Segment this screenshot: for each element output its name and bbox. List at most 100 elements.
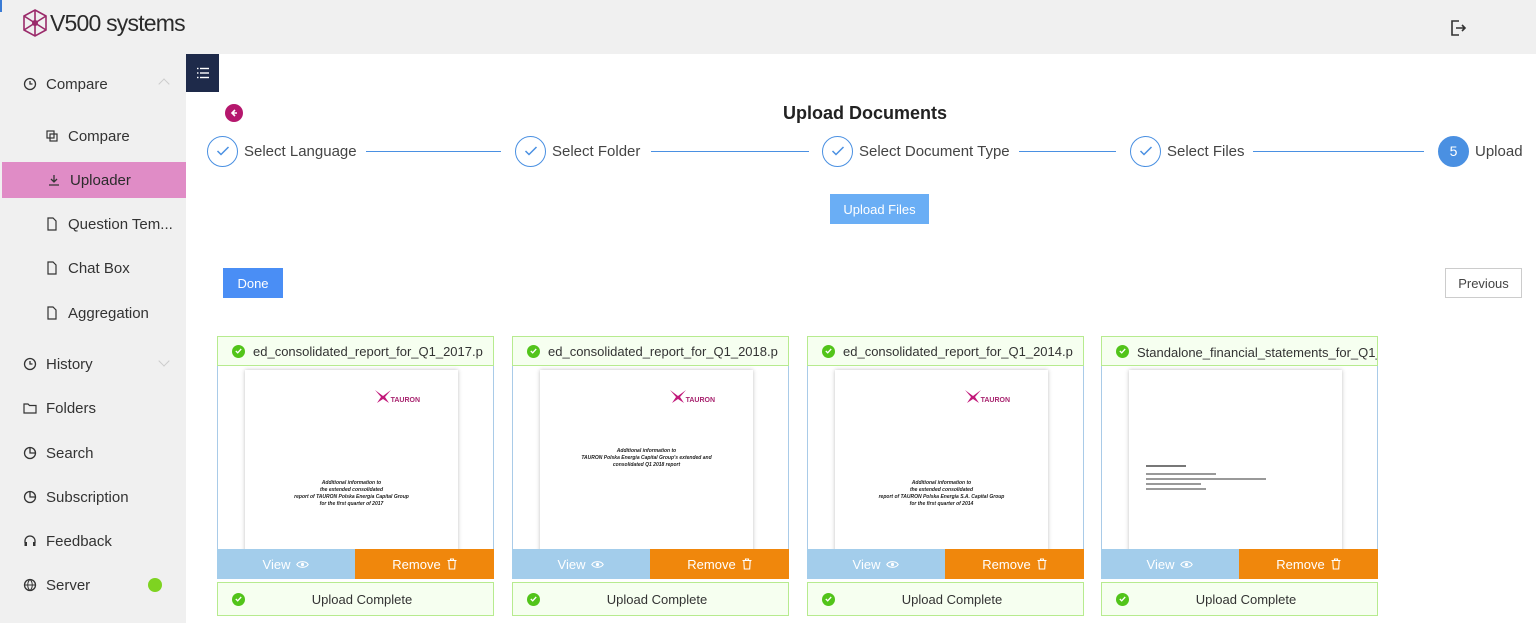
remove-button[interactable]: Remove bbox=[945, 549, 1084, 579]
document-thumbnail: TAURON Additional information to TAURON … bbox=[540, 370, 753, 549]
menu-list-icon bbox=[196, 67, 209, 79]
upload-status-text: Upload Complete bbox=[901, 591, 1003, 607]
file-icon bbox=[47, 217, 57, 231]
brand-logo[interactable]: V500 systems bbox=[22, 9, 186, 37]
step-connector bbox=[1253, 151, 1424, 152]
sidebar-item-folders[interactable]: Folders bbox=[0, 390, 186, 426]
file-card: ed_consolidated_report_for_Q1_2014.p TAU… bbox=[807, 336, 1084, 616]
document-preview-text: Additional information to TAURON Polska … bbox=[581, 448, 712, 468]
view-button[interactable]: View bbox=[217, 549, 355, 579]
top-bar: V500 systems bbox=[0, 0, 1536, 54]
sidebar-item-compare-group[interactable]: Compare bbox=[0, 66, 186, 102]
sidebar-item-aggregation[interactable]: Aggregation bbox=[0, 295, 186, 331]
sidebar-toggle-button[interactable] bbox=[186, 54, 219, 92]
sidebar-item-label: Folders bbox=[46, 399, 97, 417]
check-circle-icon bbox=[527, 344, 540, 358]
folder-icon bbox=[23, 403, 37, 414]
file-card-header: ed_consolidated_report_for_Q1_2017.p bbox=[217, 336, 494, 366]
server-icon bbox=[23, 578, 37, 592]
headset-icon bbox=[24, 535, 36, 546]
sidebar-item-question-templates[interactable]: Question Tem... bbox=[0, 206, 186, 242]
accent-line bbox=[0, 0, 2, 12]
document-preview-text: Additional information to the extended c… bbox=[878, 480, 1005, 507]
upload-status-text: Upload Complete bbox=[311, 591, 413, 607]
step-select-document-type[interactable]: Select Document Type bbox=[822, 135, 1010, 167]
file-name: ed_consolidated_report_for_Q1_2018.p bbox=[548, 343, 778, 359]
page-title: Upload Documents bbox=[782, 103, 947, 123]
tauron-mark-icon bbox=[374, 390, 391, 403]
remove-button[interactable]: Remove bbox=[1239, 549, 1378, 579]
sidebar: Compare Compare Uploader Question Tem...… bbox=[0, 54, 186, 623]
file-card: Standalone_financial_statements_for_Q1_2… bbox=[1101, 336, 1378, 616]
trash-icon bbox=[1331, 558, 1341, 570]
sidebar-item-label: Aggregation bbox=[68, 304, 149, 322]
file-card-actions: View Remove bbox=[1101, 549, 1378, 579]
sidebar-item-label: Chat Box bbox=[68, 259, 130, 277]
check-circle-icon bbox=[232, 592, 245, 606]
sidebar-item-feedback[interactable]: Feedback bbox=[0, 523, 186, 559]
sidebar-item-label: Compare bbox=[46, 75, 108, 93]
tauron-mark-icon bbox=[669, 390, 686, 403]
back-button[interactable] bbox=[225, 104, 243, 122]
trash-icon bbox=[1037, 558, 1047, 570]
tauron-logo: TAURON bbox=[963, 388, 1010, 404]
compare-clock-icon bbox=[23, 77, 37, 91]
chevron-down-icon bbox=[158, 355, 170, 367]
logo-mark-icon bbox=[23, 9, 47, 37]
done-button[interactable]: Done bbox=[223, 268, 283, 298]
file-card-actions: View Remove bbox=[512, 549, 789, 579]
step-label: Upload bbox=[1475, 142, 1523, 160]
step-upload: 5 Upload bbox=[1438, 135, 1523, 167]
view-button[interactable]: View bbox=[807, 549, 945, 579]
sidebar-item-search[interactable]: Search bbox=[0, 435, 186, 471]
sidebar-item-label: Uploader bbox=[70, 171, 131, 189]
logout-icon[interactable] bbox=[1449, 19, 1467, 37]
file-preview: TAURON Additional information to the ext… bbox=[217, 366, 494, 550]
sidebar-item-server[interactable]: Server bbox=[0, 567, 186, 603]
eye-icon bbox=[886, 560, 900, 568]
document-preview-text: Additional information to the extended c… bbox=[294, 480, 409, 507]
file-icon bbox=[47, 306, 57, 320]
upload-icon bbox=[49, 175, 59, 186]
trash-icon bbox=[742, 558, 752, 570]
step-select-folder[interactable]: Select Folder bbox=[515, 135, 640, 167]
remove-button[interactable]: Remove bbox=[650, 549, 789, 579]
step-label: Select Document Type bbox=[859, 142, 1010, 160]
check-circle-icon bbox=[232, 344, 245, 358]
step-select-files[interactable]: Select Files bbox=[1130, 135, 1245, 167]
arrow-left-icon bbox=[230, 109, 237, 117]
step-connector bbox=[366, 151, 501, 152]
tauron-logo: TAURON bbox=[668, 388, 715, 404]
step-number: 5 bbox=[1438, 135, 1469, 167]
view-button[interactable]: View bbox=[512, 549, 650, 579]
step-connector bbox=[651, 151, 809, 152]
step-select-language[interactable]: Select Language bbox=[207, 135, 357, 167]
file-name: ed_consolidated_report_for_Q1_2017.p bbox=[253, 343, 483, 359]
brand-name: V500 systems bbox=[50, 9, 186, 36]
upload-status-text: Upload Complete bbox=[606, 591, 708, 607]
sidebar-item-history[interactable]: History bbox=[0, 346, 186, 382]
sidebar-item-chat-box[interactable]: Chat Box bbox=[0, 250, 186, 286]
upload-files-button[interactable]: Upload Files bbox=[830, 194, 929, 224]
sidebar-item-label: History bbox=[46, 355, 93, 373]
sidebar-item-compare[interactable]: Compare bbox=[0, 118, 186, 154]
view-button[interactable]: View bbox=[1101, 549, 1239, 579]
file-preview: TAURON Additional information to the ext… bbox=[807, 366, 1084, 550]
eye-icon bbox=[296, 560, 310, 568]
eye-icon bbox=[1180, 560, 1194, 568]
sidebar-item-uploader[interactable]: Uploader bbox=[2, 162, 186, 198]
sidebar-item-subscription[interactable]: Subscription bbox=[0, 479, 186, 515]
previous-button[interactable]: Previous bbox=[1445, 268, 1522, 298]
sidebar-item-label: Subscription bbox=[46, 488, 129, 506]
file-card-actions: View Remove bbox=[807, 549, 1084, 579]
sidebar-item-label: Search bbox=[46, 444, 94, 462]
history-icon bbox=[23, 357, 37, 371]
check-icon bbox=[1130, 135, 1161, 167]
file-card-header: ed_consolidated_report_for_Q1_2014.p bbox=[807, 336, 1084, 366]
remove-button[interactable]: Remove bbox=[355, 549, 494, 579]
check-circle-icon bbox=[527, 592, 540, 606]
upload-status-text: Upload Complete bbox=[1195, 591, 1297, 607]
check-icon bbox=[515, 135, 546, 167]
sidebar-item-label: Feedback bbox=[46, 532, 112, 550]
file-icon bbox=[47, 261, 57, 275]
